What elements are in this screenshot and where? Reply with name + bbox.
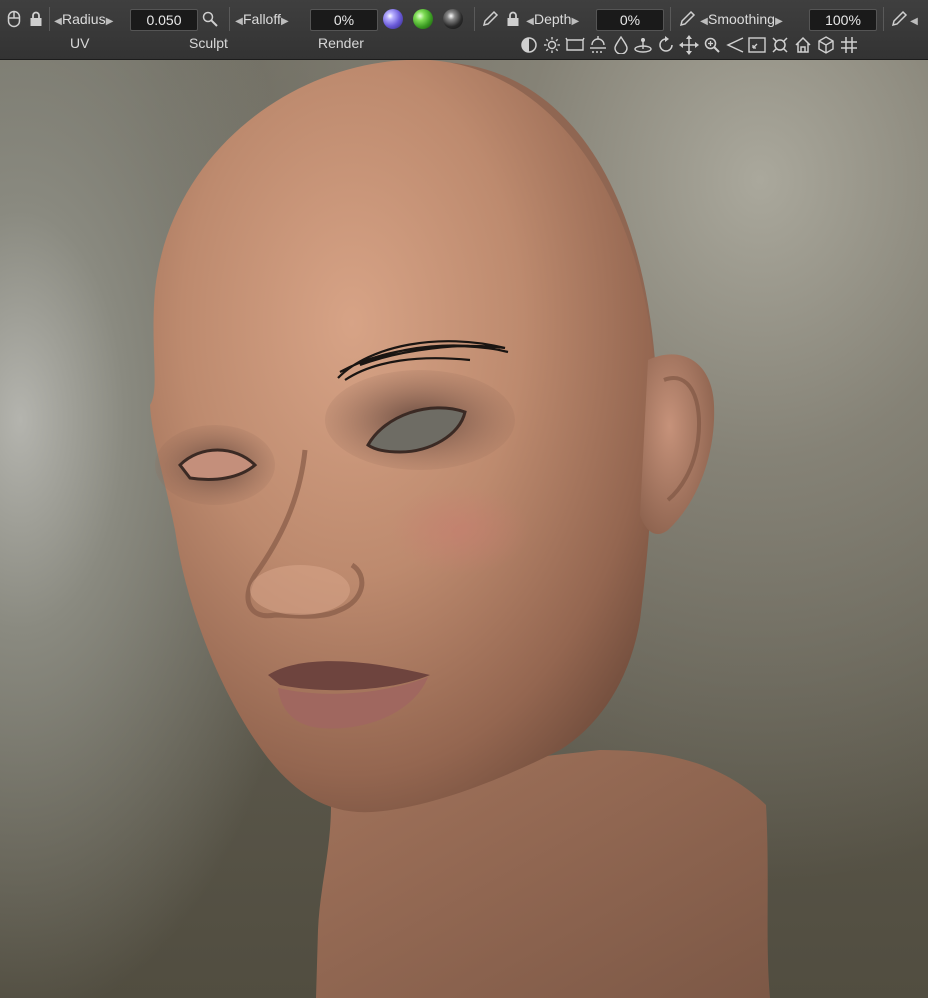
separator bbox=[229, 7, 230, 31]
pick-radius-icon[interactable] bbox=[199, 7, 221, 31]
radius-label: Radius bbox=[62, 11, 106, 27]
pencil-icon[interactable] bbox=[676, 7, 698, 31]
separator bbox=[883, 7, 884, 31]
lock-icon[interactable] bbox=[25, 7, 47, 31]
decrease-arrow-icon[interactable]: ◀ bbox=[910, 8, 918, 36]
separator bbox=[474, 7, 475, 31]
smoothing-increase-arrow-icon[interactable]: ▶ bbox=[775, 8, 783, 36]
radius-decrease-arrow-icon[interactable]: ◀ bbox=[54, 8, 62, 36]
viewport-nav-icons bbox=[518, 33, 928, 57]
tab-uv[interactable]: UV bbox=[70, 35, 89, 51]
material-green-sphere[interactable] bbox=[413, 9, 433, 29]
zoom-icon[interactable] bbox=[700, 33, 723, 57]
separator bbox=[670, 7, 671, 31]
separator bbox=[49, 7, 50, 31]
nose-highlight bbox=[250, 565, 350, 615]
falloff-control[interactable]: ◀Falloff▶ bbox=[235, 5, 289, 36]
mouse-icon[interactable] bbox=[3, 7, 25, 31]
falloff-decrease-arrow-icon[interactable]: ◀ bbox=[235, 8, 243, 36]
ear bbox=[640, 354, 715, 535]
3d-viewport[interactable] bbox=[0, 60, 928, 998]
rotate-icon[interactable] bbox=[655, 33, 678, 57]
home-icon[interactable] bbox=[792, 33, 815, 57]
light-icon[interactable] bbox=[586, 33, 609, 57]
lock-icon[interactable] bbox=[502, 7, 524, 31]
pencil-icon[interactable] bbox=[479, 7, 501, 31]
cheek-blush bbox=[390, 485, 530, 575]
material-dark-sphere[interactable] bbox=[443, 9, 463, 29]
half-circle-icon[interactable] bbox=[518, 33, 541, 57]
tab-sculpt[interactable]: Sculpt bbox=[189, 35, 228, 51]
fit-icon[interactable] bbox=[746, 33, 769, 57]
toolbar: ◀Radius▶ 0.050 ◀Falloff▶ 0% ◀Depth▶ 0% ◀… bbox=[0, 0, 928, 60]
pivot-icon[interactable] bbox=[632, 33, 655, 57]
material-purple-sphere[interactable] bbox=[383, 9, 403, 29]
cube-icon[interactable] bbox=[814, 33, 837, 57]
toolbar-row-brush: ◀Radius▶ 0.050 ◀Falloff▶ 0% ◀Depth▶ 0% ◀… bbox=[0, 5, 928, 33]
pencil-icon[interactable] bbox=[888, 7, 910, 31]
depth-label: Depth bbox=[534, 11, 572, 27]
tab-render[interactable]: Render bbox=[318, 35, 364, 51]
camera-icon[interactable] bbox=[769, 33, 792, 57]
radius-input[interactable]: 0.050 bbox=[130, 9, 198, 31]
radius-control[interactable]: ◀Radius▶ bbox=[54, 5, 114, 36]
falloff-label: Falloff bbox=[243, 11, 281, 27]
frame-icon[interactable] bbox=[564, 33, 587, 57]
sculpt-head-model[interactable] bbox=[0, 60, 928, 998]
sun-icon[interactable] bbox=[541, 33, 564, 57]
move-icon[interactable] bbox=[678, 33, 701, 57]
depth-control[interactable]: ◀Depth▶ bbox=[526, 5, 579, 36]
depth-increase-arrow-icon[interactable]: ▶ bbox=[571, 8, 580, 36]
smoothing-label: Smoothing bbox=[708, 11, 775, 27]
falloff-increase-arrow-icon[interactable]: ▶ bbox=[281, 8, 289, 36]
mode-tabs: UV Sculpt Render bbox=[0, 35, 518, 55]
radius-increase-arrow-icon[interactable]: ▶ bbox=[106, 8, 114, 36]
smoothing-input[interactable]: 100% bbox=[809, 9, 877, 31]
depth-decrease-arrow-icon[interactable]: ◀ bbox=[526, 8, 534, 36]
drop-icon[interactable] bbox=[609, 33, 632, 57]
smoothing-decrease-arrow-icon[interactable]: ◀ bbox=[700, 8, 708, 36]
smoothing-control[interactable]: ◀Smoothing▶ bbox=[700, 5, 783, 36]
truncated-control[interactable]: ◀ bbox=[910, 5, 928, 36]
perspective-icon[interactable] bbox=[723, 33, 746, 57]
depth-input[interactable]: 0% bbox=[596, 9, 664, 31]
grid-icon[interactable] bbox=[837, 33, 860, 57]
falloff-input[interactable]: 0% bbox=[310, 9, 378, 31]
